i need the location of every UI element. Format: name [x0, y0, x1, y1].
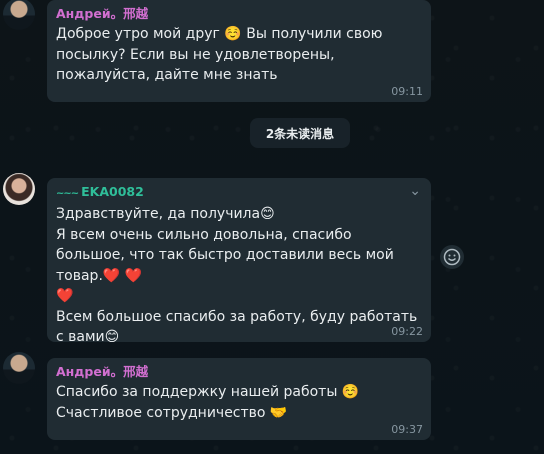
sender-name[interactable]: ~~~ EKA0082: [56, 184, 422, 202]
sender-name[interactable]: Андрей。邢越: [56, 6, 422, 22]
message-text: Спасибо за поддержку нашей работы ☺️ Сча…: [56, 384, 360, 421]
message-text: Доброе утро мой друг ☺️ Вы получили свою…: [56, 26, 383, 83]
unread-messages-banner: 2条未读消息: [250, 118, 350, 148]
message-time: 09:22: [391, 325, 423, 338]
emoji-icon[interactable]: [440, 245, 464, 269]
message-text: Здравствуйте, да получила😊 Я всем очень …: [56, 206, 418, 345]
message-bubble-1[interactable]: Андрей。邢越 Доброе утро мой друг ☺️ Вы пол…: [47, 0, 431, 102]
message-bubble-3[interactable]: Андрей。邢越 Спасибо за поддержку нашей раб…: [47, 358, 431, 440]
chevron-down-icon[interactable]: ⌄: [409, 184, 421, 198]
avatar-eka0082[interactable]: [3, 173, 35, 205]
sender-name[interactable]: Андрей。邢越: [56, 364, 422, 380]
message-time: 09:11: [391, 85, 423, 98]
message-time: 09:37: [391, 423, 423, 436]
sender-prefix: ~~~: [56, 188, 79, 199]
message-bubble-2[interactable]: ~~~ EKA0082 ⌄ Здравствуйте, да получила😊 …: [47, 178, 431, 345]
avatar-andrey[interactable]: [3, 352, 35, 384]
